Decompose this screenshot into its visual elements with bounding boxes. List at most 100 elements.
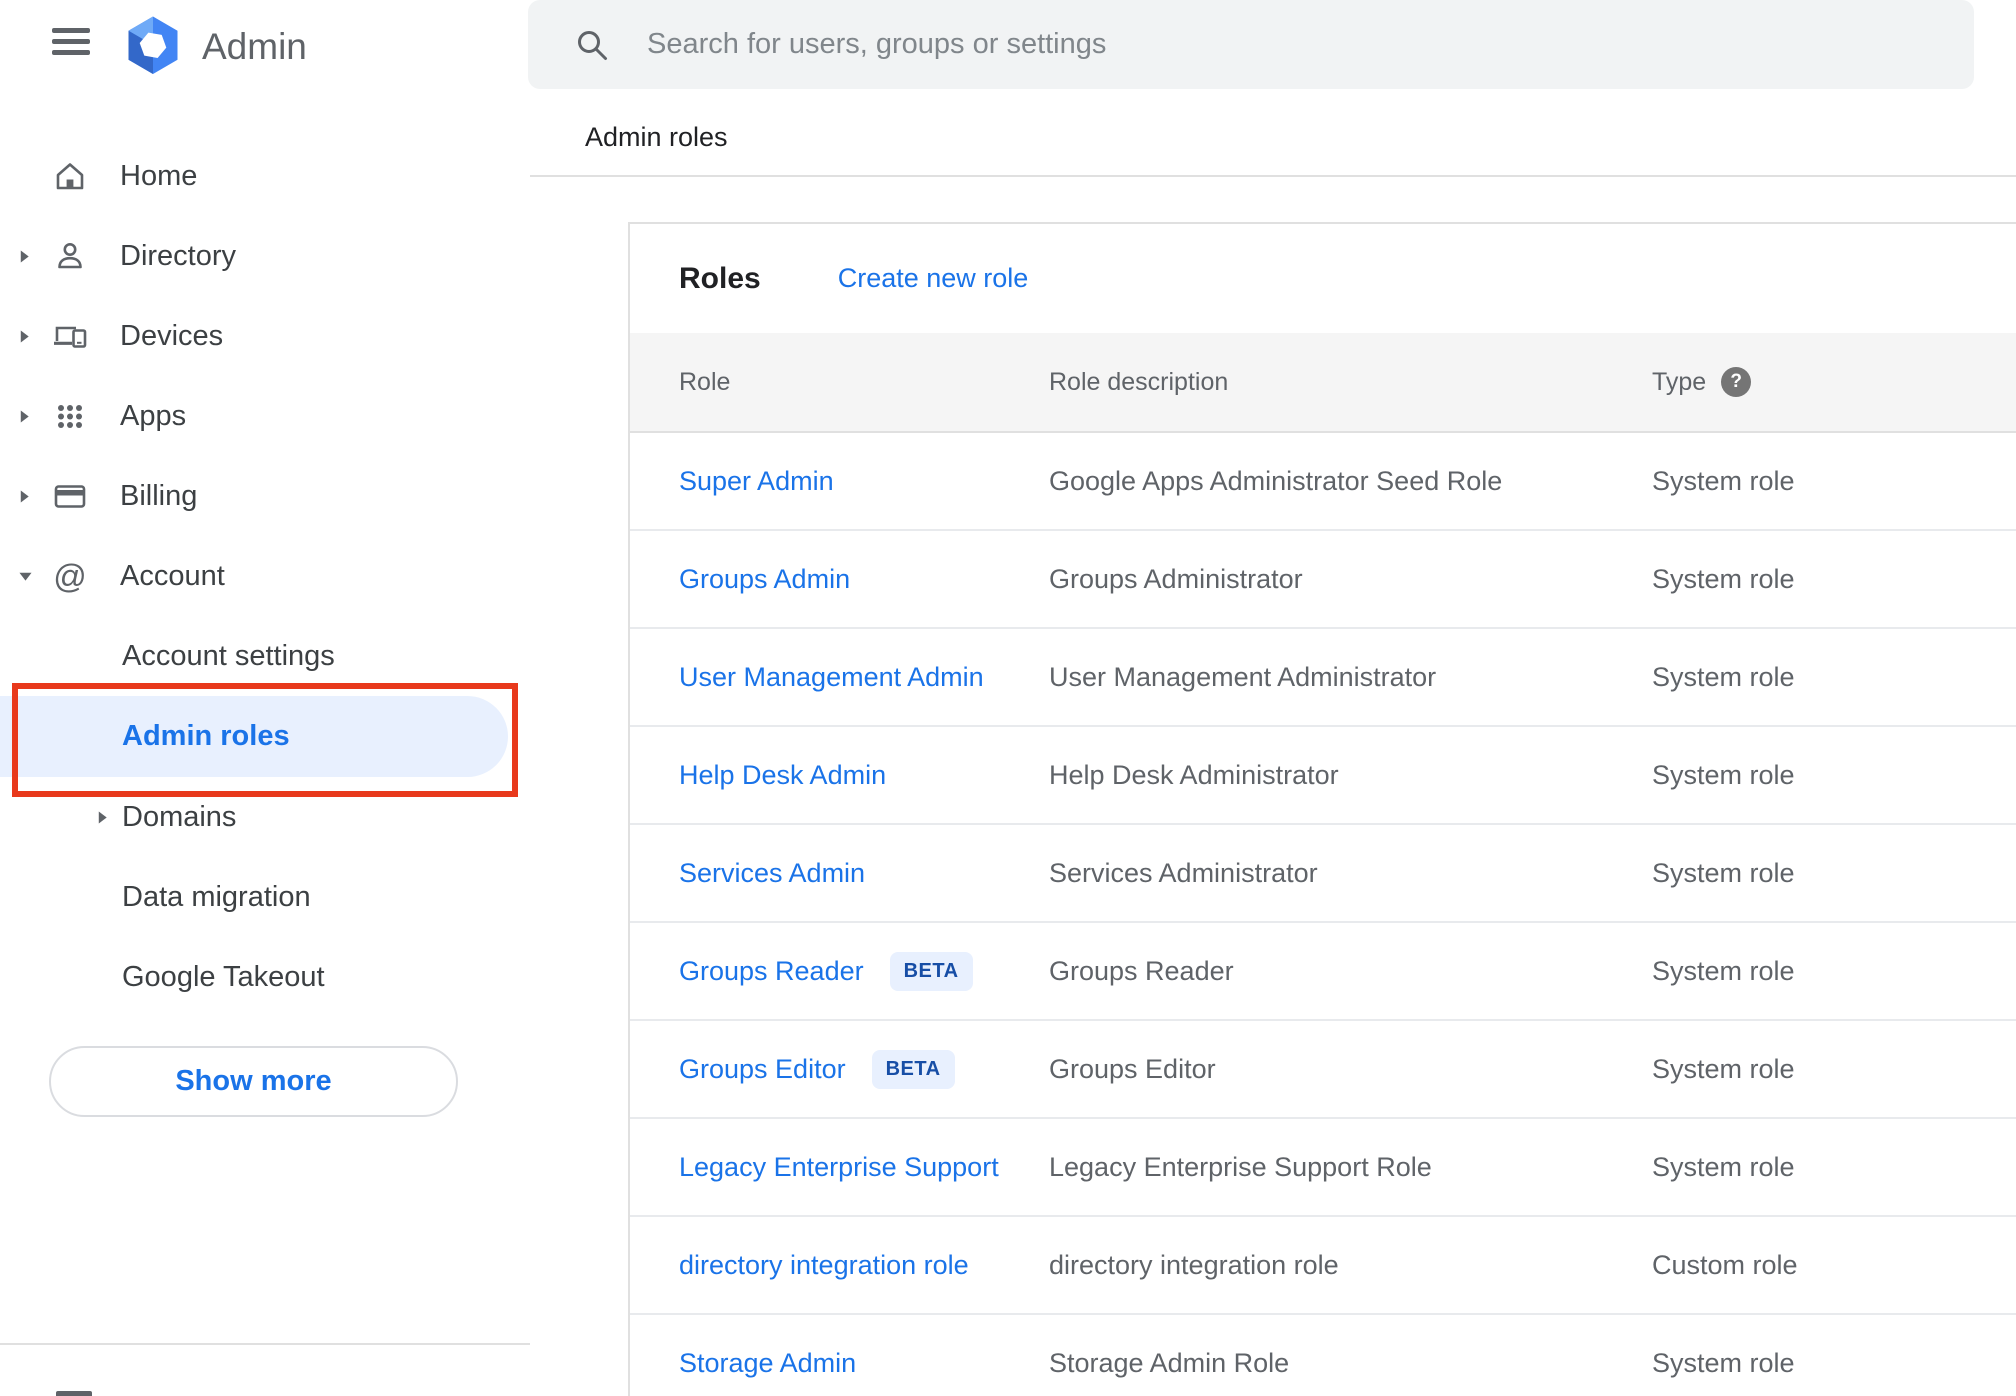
role-description: directory integration role <box>1049 1249 1339 1280</box>
column-header-description: Role description <box>1049 367 1229 396</box>
role-type: Custom role <box>1652 1249 1798 1280</box>
role-description: Groups Administrator <box>1049 563 1303 594</box>
role-link[interactable]: directory integration role <box>679 1250 969 1281</box>
chevron-right-icon[interactable] <box>18 329 36 344</box>
role-type: System role <box>1652 661 1795 692</box>
chevron-down-icon[interactable] <box>18 570 36 583</box>
role-link[interactable]: Legacy Enterprise Support <box>679 1152 999 1183</box>
sidebar-item-label: Admin roles <box>122 720 290 752</box>
table-row: Storage Admin Storage Admin Role System ro… <box>630 1315 2016 1396</box>
role-type: System role <box>1652 857 1795 888</box>
sidebar-item-label: Directory <box>120 239 237 272</box>
sidebar-item-directory[interactable]: Directory <box>0 216 530 296</box>
role-cell: User Management Admin <box>679 662 1049 693</box>
role-description: Groups Editor <box>1049 1053 1216 1084</box>
search-icon <box>575 28 609 62</box>
role-description: Groups Reader <box>1049 955 1234 986</box>
role-description: User Management Administrator <box>1049 661 1437 692</box>
role-link[interactable]: User Management Admin <box>679 662 984 693</box>
column-header-type: Type <box>1652 367 1707 396</box>
apps-grid-icon <box>52 398 88 434</box>
sidebar-item-apps[interactable]: Apps <box>0 376 530 456</box>
role-cell: Legacy Enterprise Support <box>679 1152 1049 1183</box>
role-link[interactable]: Groups Admin <box>679 564 850 595</box>
breadcrumb: Admin roles <box>585 122 728 152</box>
sidebar: Admin Home Directory Devices Apps Billing @ Ac… <box>0 0 530 1396</box>
search-bar[interactable]: Search for users, groups or settings <box>528 0 1974 89</box>
sidebar-item-billing[interactable]: Billing <box>0 456 530 536</box>
panel-header: Roles Create new role <box>630 224 2016 333</box>
page-title: Roles <box>679 261 761 295</box>
role-cell: Groups Reader BETA <box>679 951 1049 991</box>
role-cell: Help Desk Admin <box>679 760 1049 791</box>
help-icon[interactable]: ? <box>1721 367 1752 397</box>
sidebar-item-label: Google Takeout <box>122 960 325 993</box>
sidebar-item-label: Billing <box>120 479 198 512</box>
chevron-right-icon[interactable] <box>18 489 36 504</box>
menu-icon[interactable] <box>52 28 90 55</box>
person-icon <box>52 238 88 274</box>
table-row: Groups Editor BETA Groups Editor System rol… <box>630 1021 2016 1119</box>
show-more-button[interactable]: Show more <box>49 1046 458 1117</box>
sidebar-item-data-migration[interactable]: Data migration <box>0 857 530 937</box>
role-cell: Services Admin <box>679 858 1049 889</box>
chevron-right-icon[interactable] <box>18 249 36 264</box>
table-row: Groups Admin Groups Administrator System r… <box>630 531 2016 629</box>
admin-logo-icon <box>128 16 178 74</box>
table-header-row: Role Role description Type ? <box>630 333 2016 433</box>
role-cell: Super Admin <box>679 466 1049 497</box>
app-title: Admin <box>202 26 307 67</box>
role-description: Google Apps Administrator Seed Role <box>1049 465 1503 496</box>
home-icon <box>52 158 88 194</box>
sidebar-item-home[interactable]: Home <box>0 136 530 216</box>
table-row: Legacy Enterprise Support Legacy Enterpri… <box>630 1119 2016 1217</box>
role-link[interactable]: Help Desk Admin <box>679 760 886 791</box>
role-cell: Groups Admin <box>679 564 1049 595</box>
table-row: User Management Admin User Management Adm… <box>630 629 2016 727</box>
sidebar-bottom-divider <box>0 1343 530 1345</box>
table-row: Help Desk Admin Help Desk Administrator Sy… <box>630 727 2016 825</box>
table-row: Super Admin Google Apps Administrator See… <box>630 433 2016 531</box>
chevron-right-icon[interactable] <box>96 810 112 825</box>
table-row: directory integration role directory inte… <box>630 1217 2016 1315</box>
sidebar-item-label: Account <box>120 559 225 592</box>
sidebar-item-label: Domains <box>122 800 237 833</box>
role-type: System role <box>1652 759 1795 790</box>
at-sign-icon: @ <box>52 558 88 594</box>
create-new-role-link[interactable]: Create new role <box>838 263 1029 294</box>
sidebar-item-admin-roles[interactable]: Admin roles <box>0 696 508 777</box>
beta-badge: BETA <box>889 951 973 991</box>
role-type: System role <box>1652 1151 1795 1182</box>
sidebar-item-label: Data migration <box>122 880 311 913</box>
sidebar-item-account[interactable]: @ Account <box>0 536 530 616</box>
beta-badge: BETA <box>871 1049 955 1089</box>
sidebar-item-google-takeout[interactable]: Google Takeout <box>0 937 530 1017</box>
topbar-divider <box>530 175 2016 177</box>
role-cell: directory integration role <box>679 1250 1049 1281</box>
search-placeholder: Search for users, groups or settings <box>647 28 1107 60</box>
role-link[interactable]: Groups Editor <box>679 1054 846 1085</box>
sidebar-item-label: Account settings <box>122 639 335 672</box>
sidebar-item-account-settings[interactable]: Account settings <box>0 616 530 696</box>
role-type: System role <box>1652 1347 1795 1378</box>
role-description: Storage Admin Role <box>1049 1347 1290 1378</box>
role-type: System role <box>1652 563 1795 594</box>
sidebar-item-domains[interactable]: Domains <box>0 777 530 857</box>
svg-text:@: @ <box>53 558 87 594</box>
sidebar-item-label: Home <box>120 159 198 192</box>
roles-panel: Roles Create new role Role Role descript… <box>628 222 2016 1396</box>
role-link[interactable]: Services Admin <box>679 858 865 889</box>
role-type: System role <box>1652 465 1795 496</box>
sidebar-item-devices[interactable]: Devices <box>0 296 530 376</box>
role-description: Services Administrator <box>1049 857 1318 888</box>
role-link[interactable]: Super Admin <box>679 466 834 497</box>
sidebar-nav: Home Directory Devices Apps Billing @ Account A… <box>0 136 530 1017</box>
devices-icon <box>52 318 88 354</box>
table-row: Groups Reader BETA Groups Reader System rol… <box>630 923 2016 1021</box>
role-description: Legacy Enterprise Support Role <box>1049 1151 1432 1182</box>
role-link[interactable]: Groups Reader <box>679 956 864 987</box>
sidebar-item-label: Apps <box>120 399 187 432</box>
role-link[interactable]: Storage Admin <box>679 1348 856 1379</box>
brand-bar: Admin <box>0 0 530 96</box>
chevron-right-icon[interactable] <box>18 409 36 424</box>
